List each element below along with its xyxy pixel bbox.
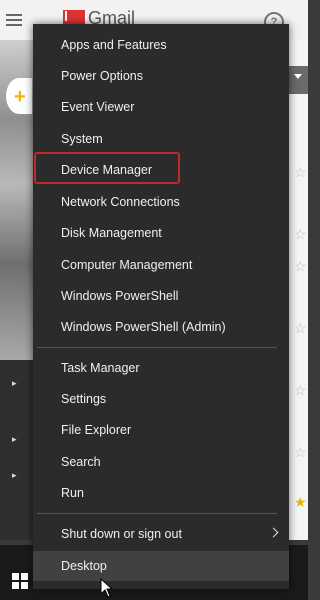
- menu-item-windows-powershell-admin[interactable]: Windows PowerShell (Admin): [33, 312, 289, 342]
- star-icon[interactable]: ☆: [294, 382, 307, 399]
- menu-item-network-connections[interactable]: Network Connections: [33, 187, 289, 217]
- compose-button[interactable]: +: [6, 78, 32, 114]
- background-sidebar: ▸ ▸ ▸: [0, 360, 34, 540]
- chevron-right-icon[interactable]: ▸: [12, 470, 17, 481]
- menu-item-device-manager[interactable]: Device Manager: [33, 152, 289, 185]
- menu-item-file-explorer[interactable]: File Explorer: [33, 415, 289, 445]
- menu-item-label: Shut down or sign out: [61, 527, 182, 541]
- menu-item-label: Run: [61, 486, 84, 500]
- menu-item-label: File Explorer: [61, 423, 132, 437]
- menu-item-disk-management[interactable]: Disk Management: [33, 218, 289, 248]
- menu-item-label: Computer Management: [61, 258, 193, 272]
- menu-item-settings[interactable]: Settings: [33, 384, 289, 414]
- menu-item-label: Search: [61, 455, 101, 469]
- menu-item-label: System: [61, 132, 103, 146]
- menu-item-run[interactable]: Run: [33, 478, 289, 508]
- menu-item-search[interactable]: Search: [33, 447, 289, 477]
- menu-item-label: Desktop: [61, 559, 107, 573]
- menu-item-apps-and-features[interactable]: Apps and Features: [33, 30, 289, 60]
- plus-icon: +: [14, 86, 26, 108]
- menu-item-windows-powershell[interactable]: Windows PowerShell: [33, 281, 289, 311]
- star-icon[interactable]: ☆: [294, 320, 307, 337]
- hamburger-menu-icon[interactable]: [6, 14, 22, 26]
- star-icon[interactable]: ☆: [294, 444, 307, 461]
- windows-logo-icon[interactable]: [12, 573, 28, 589]
- menu-item-desktop[interactable]: Desktop: [33, 551, 289, 581]
- menu-item-system[interactable]: System: [33, 124, 289, 154]
- menu-item-label: Windows PowerShell (Admin): [61, 320, 226, 334]
- menu-item-label: Power Options: [61, 69, 143, 83]
- menu-item-label: Network Connections: [61, 195, 180, 209]
- menu-item-event-viewer[interactable]: Event Viewer: [33, 92, 289, 122]
- menu-separator: [37, 513, 277, 514]
- star-icon[interactable]: ☆: [294, 258, 307, 275]
- background-mail-list: [286, 40, 308, 540]
- menu-separator: [37, 347, 277, 348]
- menu-item-label: Event Viewer: [61, 100, 135, 114]
- chevron-down-icon: [294, 74, 302, 79]
- chevron-right-icon: [268, 527, 279, 538]
- star-icon[interactable]: ☆: [294, 164, 307, 181]
- menu-item-label: Disk Management: [61, 226, 162, 240]
- menu-item-task-manager[interactable]: Task Manager: [33, 353, 289, 383]
- menu-item-computer-management[interactable]: Computer Management: [33, 250, 289, 280]
- menu-item-power-options[interactable]: Power Options: [33, 61, 289, 91]
- menu-item-label: Windows PowerShell: [61, 289, 179, 303]
- menu-item-shut-down-or-sign-out[interactable]: Shut down or sign out: [33, 519, 289, 549]
- mouse-cursor-icon: [100, 578, 114, 598]
- power-user-menu: Apps and Features Power Options Event View…: [33, 24, 289, 589]
- menu-item-label: Apps and Features: [61, 38, 167, 52]
- chevron-right-icon[interactable]: ▸: [12, 378, 17, 389]
- star-icon[interactable]: ☆: [294, 226, 307, 243]
- menu-item-label: Device Manager: [61, 163, 153, 177]
- menu-item-label: Task Manager: [61, 361, 140, 375]
- star-icon[interactable]: ★: [294, 494, 307, 511]
- dropdown-toggle[interactable]: [286, 66, 308, 94]
- chevron-right-icon[interactable]: ▸: [12, 434, 17, 445]
- menu-item-label: Settings: [61, 392, 107, 406]
